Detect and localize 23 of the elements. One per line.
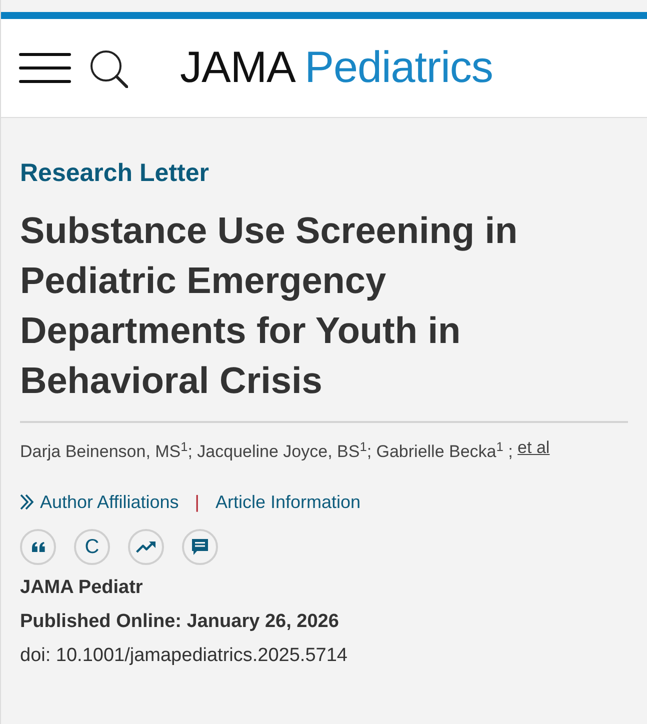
quote-icon [32, 542, 44, 552]
comments-button[interactable] [182, 529, 218, 565]
menu-button[interactable] [19, 53, 71, 83]
trend-arrow-icon [136, 541, 156, 553]
metrics-button[interactable] [128, 529, 164, 565]
et-al-link[interactable]: et al [518, 438, 550, 457]
permissions-button[interactable]: C [74, 529, 110, 565]
journal-logo[interactable]: JAMA Pediatrics [180, 43, 493, 93]
author-list: Darja Beinenson, MS$^{1}$; Jacqueline Joyce, BS$^{1}$; Gabrielle Becka$^{1}$ ; et al [20, 439, 550, 465]
journal-abbreviation: JAMA Pediatr [20, 576, 143, 600]
speech-bubble-icon [191, 538, 209, 556]
article-title: Substance Use Screening in Pediatric Emergency Departments for Youth in Behavioral Crisis [20, 209, 519, 403]
link-separator: | [194, 491, 200, 514]
doi: doi: 10.1001/jamapediatrics.2025.5714 [20, 644, 348, 668]
search-button[interactable] [90, 50, 128, 88]
cite-button[interactable] [20, 529, 56, 565]
author-affiliations-link[interactable]: Author Affiliations [20, 489, 179, 515]
double-chevron-icon [20, 494, 34, 510]
article-information-link[interactable]: Article Information [215, 489, 361, 515]
publication-date: Published Online: January 26, 2026 [20, 610, 339, 634]
article-type: Research Letter [20, 158, 209, 188]
search-icon [90, 50, 128, 88]
menu-icon [19, 53, 71, 83]
